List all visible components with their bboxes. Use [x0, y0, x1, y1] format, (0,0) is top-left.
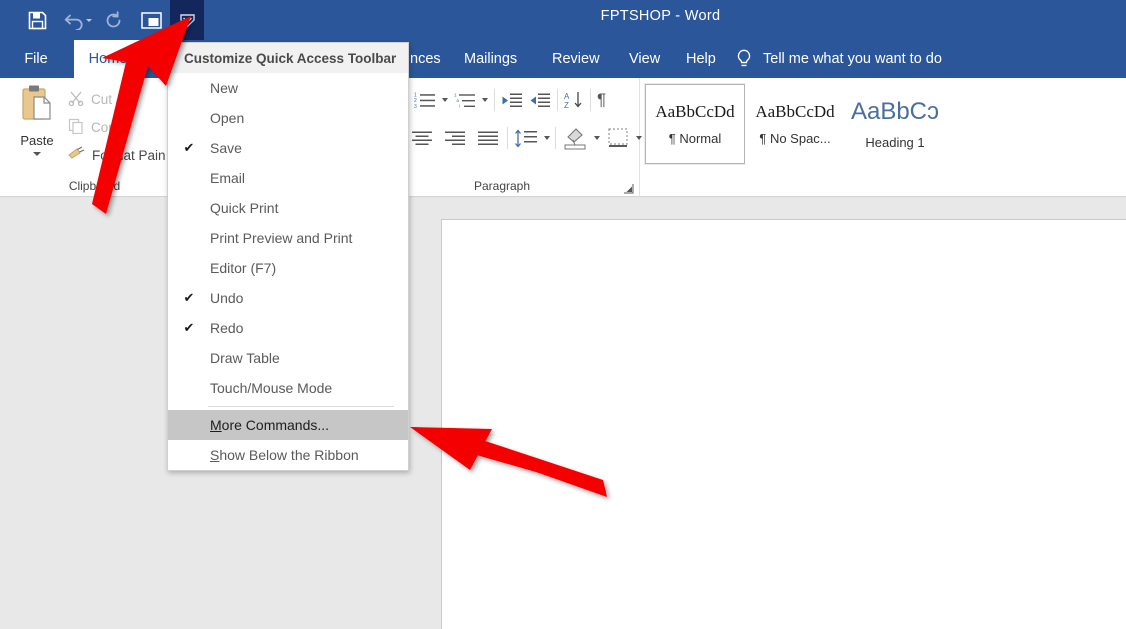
- shading-caret-icon[interactable]: [594, 136, 600, 140]
- menu-item-new[interactable]: New: [168, 73, 408, 103]
- svg-text:3: 3: [414, 103, 417, 108]
- word-application-window: FPTSHOP - Word File Home nces Mailings R…: [0, 0, 1126, 629]
- separator: [555, 127, 556, 149]
- line-spacing-caret-icon[interactable]: [544, 136, 550, 140]
- menu-item-label: More Commands...: [210, 417, 329, 433]
- svg-text:i: i: [459, 103, 460, 108]
- paste-button[interactable]: Paste: [12, 84, 62, 156]
- document-page[interactable]: [441, 219, 1126, 629]
- paste-icon: [17, 113, 57, 130]
- align-center-icon[interactable]: [408, 125, 436, 151]
- window-title: FPTSHOP - Word: [0, 8, 1126, 24]
- menu-item-label: Print Preview and Print: [210, 230, 352, 246]
- styles-gallery: AaBbCcDd ¶ Normal AaBbCcDd ¶ No Spac... …: [645, 84, 945, 164]
- menu-item-label: Editor (F7): [210, 260, 276, 276]
- cut-button[interactable]: Cut: [68, 90, 112, 109]
- ribbon-group-styles: AaBbCcDd ¶ Normal AaBbCcDd ¶ No Spac... …: [640, 78, 1126, 197]
- style-preview: AaBbCcDd: [755, 102, 834, 122]
- increase-indent-icon[interactable]: [529, 92, 551, 109]
- menu-item-save[interactable]: ✔ Save: [168, 133, 408, 163]
- multilevel-list-icon[interactable]: 1 a i: [454, 92, 476, 109]
- copy-icon: [68, 118, 84, 137]
- tab-file[interactable]: File: [14, 40, 58, 78]
- separator: [494, 89, 495, 111]
- ribbon-group-clipboard: Paste Cut: [0, 78, 190, 197]
- tab-help[interactable]: Help: [672, 40, 730, 78]
- separator: [557, 89, 558, 111]
- show-formatting-marks-icon[interactable]: ¶: [597, 90, 606, 110]
- style-item-normal[interactable]: AaBbCcDd ¶ Normal: [645, 84, 745, 164]
- justify-icon[interactable]: [474, 125, 502, 151]
- style-name: ¶ Normal: [669, 131, 722, 146]
- tell-me-search[interactable]: Tell me what you want to do: [735, 40, 942, 78]
- checkmark-icon: ✔: [168, 140, 210, 156]
- sort-icon[interactable]: A Z: [564, 91, 584, 109]
- menu-item-label: New: [210, 80, 238, 96]
- tab-mailings[interactable]: Mailings: [450, 40, 531, 78]
- cut-label: Cut: [91, 92, 112, 107]
- menu-item-label: Touch/Mouse Mode: [210, 380, 332, 396]
- svg-text:A: A: [564, 92, 570, 101]
- menu-item-more-commands[interactable]: More Commands...: [168, 410, 408, 440]
- copy-label: Copy: [91, 120, 123, 135]
- svg-text:1: 1: [454, 92, 457, 97]
- format-painter-button[interactable]: Format Pain: [68, 146, 166, 165]
- menu-item-label: Draw Table: [210, 350, 280, 366]
- menu-header: Customize Quick Access Toolbar: [168, 43, 408, 73]
- menu-item-undo[interactable]: ✔ Undo: [168, 283, 408, 313]
- format-painter-icon: [68, 146, 85, 165]
- lightbulb-icon: [735, 49, 753, 69]
- multilevel-list-caret-icon[interactable]: [482, 98, 488, 102]
- menu-item-show-below-the-ribbon[interactable]: Show Below the Ribbon: [168, 440, 408, 470]
- checkmark-icon: ✔: [168, 320, 210, 336]
- borders-icon[interactable]: [605, 125, 631, 151]
- shading-icon[interactable]: [561, 125, 589, 151]
- numbering-icon[interactable]: 1 2 3: [414, 92, 436, 109]
- menu-item-editor[interactable]: Editor (F7): [168, 253, 408, 283]
- numbering-caret-icon[interactable]: [442, 98, 448, 102]
- menu-item-quick-print[interactable]: Quick Print: [168, 193, 408, 223]
- decrease-indent-icon[interactable]: [501, 92, 523, 109]
- paste-label: Paste: [12, 133, 62, 148]
- style-name: Heading 1: [865, 135, 924, 150]
- checkmark-icon: ✔: [168, 290, 210, 306]
- menu-item-label: Quick Print: [210, 200, 278, 216]
- separator: [590, 89, 591, 111]
- tab-view[interactable]: View: [615, 40, 674, 78]
- paragraph-dialog-launcher[interactable]: [623, 181, 634, 192]
- menu-item-label: Redo: [210, 320, 243, 336]
- menu-item-draw-table[interactable]: Draw Table: [168, 343, 408, 373]
- style-preview: AaBbCɔ: [851, 98, 939, 126]
- tab-review[interactable]: Review: [538, 40, 614, 78]
- scissors-icon: [68, 90, 84, 109]
- menu-item-label: Show Below the Ribbon: [210, 447, 359, 463]
- menu-item-open[interactable]: Open: [168, 103, 408, 133]
- format-painter-label: Format Pain: [92, 148, 166, 163]
- tab-home[interactable]: Home: [74, 40, 142, 78]
- tell-me-label: Tell me what you want to do: [763, 51, 942, 67]
- style-name: ¶ No Spac...: [759, 131, 830, 146]
- style-item-no-spacing[interactable]: AaBbCcDd ¶ No Spac...: [745, 84, 845, 164]
- align-right-icon[interactable]: [441, 125, 469, 151]
- customize-quick-access-toolbar-menu: Customize Quick Access Toolbar New Open …: [167, 42, 409, 471]
- menu-item-redo[interactable]: ✔ Redo: [168, 313, 408, 343]
- style-item-heading-1[interactable]: AaBbCɔ Heading 1: [845, 84, 945, 164]
- group-label-clipboard: Clipboard: [0, 179, 189, 193]
- menu-item-label: Email: [210, 170, 245, 186]
- paste-dropdown-caret-icon[interactable]: [33, 152, 41, 156]
- menu-item-touch-mouse-mode[interactable]: Touch/Mouse Mode: [168, 373, 408, 403]
- svg-text:a: a: [457, 98, 460, 103]
- menu-item-email[interactable]: Email: [168, 163, 408, 193]
- menu-separator: [208, 406, 394, 407]
- title-bar: FPTSHOP - Word: [0, 0, 1126, 40]
- menu-item-print-preview-and-print[interactable]: Print Preview and Print: [168, 223, 408, 253]
- copy-button[interactable]: Copy: [68, 118, 123, 137]
- menu-item-label: Undo: [210, 290, 243, 306]
- style-preview: AaBbCcDd: [655, 102, 734, 122]
- menu-item-label: Save: [210, 140, 242, 156]
- line-spacing-icon[interactable]: [513, 125, 539, 151]
- menu-item-label: Open: [210, 110, 244, 126]
- separator: [507, 127, 508, 149]
- svg-text:Z: Z: [564, 101, 569, 109]
